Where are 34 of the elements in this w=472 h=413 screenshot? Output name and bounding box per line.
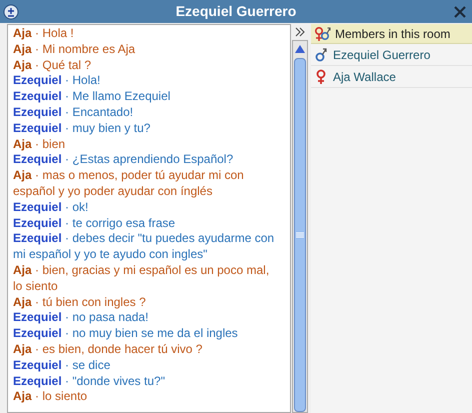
chat-message: Ezequiel · Me llamo Ezequiel	[13, 89, 172, 105]
up-arrow-icon[interactable]	[294, 43, 306, 55]
close-icon[interactable]	[453, 4, 467, 18]
chat-message: Ezequiel · "donde vives tu?"	[13, 374, 166, 390]
male-female-icon	[314, 26, 332, 42]
grip-icon	[296, 232, 304, 238]
male-icon	[315, 46, 327, 62]
chat-message: Aja · bien	[13, 136, 66, 152]
chat-message: Aja · tú bien con ingles ?	[13, 294, 147, 310]
chat-message: Ezequiel · no muy bien se me da el ingles	[13, 326, 239, 342]
chat-message: Ezequiel · ¿Estas aprendiendo Español?	[13, 152, 234, 168]
expand-icon[interactable]	[3, 4, 19, 20]
member-item[interactable]: Aja Wallace	[311, 66, 472, 88]
scroll-thumb[interactable]	[294, 58, 306, 412]
chat-message: Ezequiel · se dice	[13, 358, 112, 374]
chat-message: Aja · Qué tal ?	[13, 58, 92, 74]
female-icon	[315, 68, 327, 84]
chat-message: Ezequiel · no pasa nada!	[13, 310, 150, 326]
chat-message: Aja · Hola !	[13, 26, 75, 42]
chat-message: Ezequiel · te corrigo esa frase	[13, 216, 176, 232]
chat-message: Aja · Mi nombre es Aja	[13, 42, 136, 58]
scrollbar[interactable]	[292, 40, 308, 413]
chat-message: Aja · mas o menos, poder tú ayudar mi con español y yo poder ayudar con ínglés	[13, 168, 245, 200]
double-chevron-icon[interactable]	[295, 27, 305, 37]
members-title: Members in this room	[335, 26, 450, 42]
chat-message: Ezequiel · ok!	[13, 200, 90, 216]
chat-message: Aja · es bien, donde hacer tú vivo ?	[13, 342, 204, 358]
chat-message: Ezequiel · muy bien y tu?	[13, 120, 152, 137]
chat-message: Aja · lo siento	[13, 389, 88, 406]
window-title: Ezequiel Guerrero	[174, 2, 298, 21]
chat-message: Ezequiel · Encantado!	[13, 104, 134, 121]
chat-message: Ezequiel · debes decir "tu puedes ayudarme con mi español y yo te ayudo con ingles"	[13, 231, 276, 263]
member-item[interactable]: Ezequiel Guerrero	[311, 44, 472, 66]
chat-message: Ezequiel · Hola!	[13, 73, 102, 90]
